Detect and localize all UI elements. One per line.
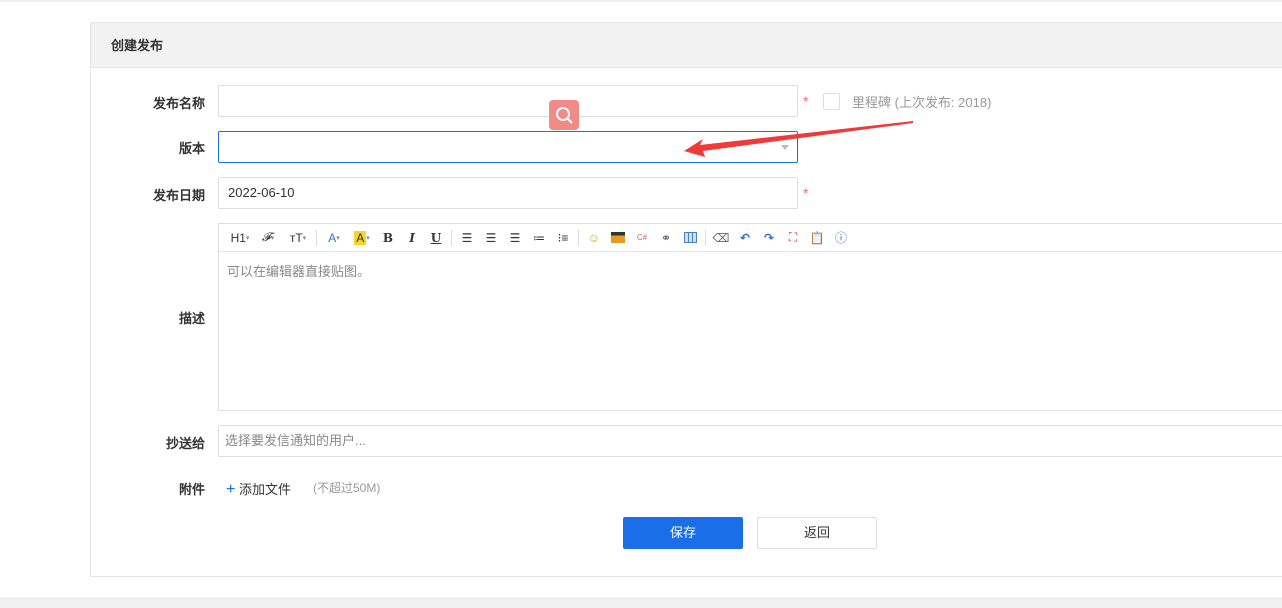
bottom-band <box>0 597 1282 608</box>
annotation-arrow <box>684 121 913 157</box>
